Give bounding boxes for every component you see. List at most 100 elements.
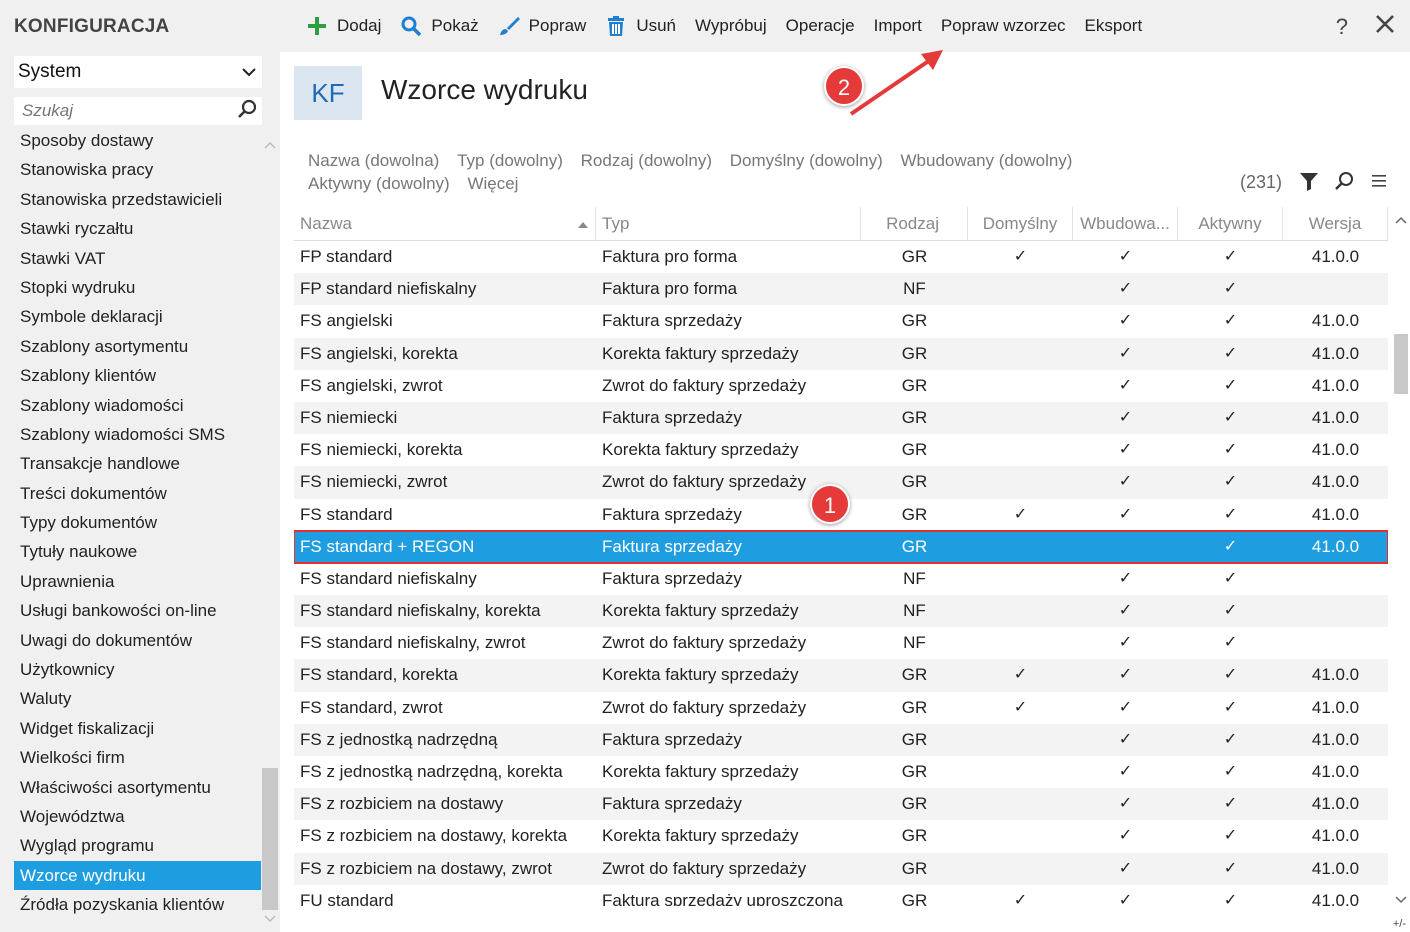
add-button[interactable]: Dodaj [306,0,381,52]
column-header-name[interactable]: Nazwa [294,207,596,240]
menu-icon[interactable] [1368,170,1390,192]
table-row[interactable]: FS angielski, zwrot Zwrot do faktury sprz… [294,370,1388,402]
scroll-down-icon[interactable] [1392,893,1410,907]
table-row[interactable]: FS z jednostką nadrzędną Faktura sprzedaż… [294,723,1388,756]
cell-wb: ✓ [1118,441,1133,459]
search-input[interactable] [22,101,222,121]
cell-typ: Faktura pro forma [602,279,738,299]
column-header-version[interactable]: Wersja [1283,207,1388,240]
show-button[interactable]: Pokaż [400,0,479,52]
sidebar-item[interactable]: Źródła pozyskania klientów [14,890,261,919]
cell-typ: Zwrot do faktury sprzedaży [602,633,807,653]
sidebar-item[interactable]: Waluty [14,684,261,713]
table-row[interactable]: FU standard Faktura sprzedaży uproszczona… [294,885,1388,906]
edit-template-button[interactable]: Popraw wzorzec [941,0,1066,52]
sidebar-item[interactable]: Transakcje handlowe [14,449,261,478]
table-scrollbar[interactable] [1392,207,1410,913]
sidebar-item[interactable]: Stawki ryczałtu [14,214,261,243]
cell-rodzaj: GR [901,375,928,395]
table-row[interactable]: FS standard, zwrot Zwrot do faktury sprze… [294,692,1388,724]
table-row[interactable]: FS niemiecki Faktura sprzedaży GR ✓ ✓ 41.0.0 [294,401,1388,435]
table-row[interactable]: FS standard niefiskalny, korekta Korekta … [294,595,1388,628]
edit-button[interactable]: Popraw [498,0,586,52]
table-scrollbar-thumb[interactable] [1394,334,1408,394]
table-row[interactable]: FP standard niefiskalny Faktura pro forma… [294,273,1388,306]
table-row[interactable]: FS standard, korekta Korekta faktury sprz… [294,659,1388,692]
table-row[interactable]: FS niemiecki, korekta Korekta faktury spr… [294,434,1388,466]
help-button[interactable]: ? [1336,14,1348,40]
filter-more[interactable]: Więcej [467,172,518,195]
sidebar-item[interactable]: Właściwości asortymentu [14,773,261,802]
filter-active[interactable]: Aktywny (dowolny) [308,172,450,195]
module-select[interactable]: System [14,56,262,88]
sidebar-item[interactable]: Uwagi do dokumentów [14,626,261,655]
sidebar-item[interactable]: Użytkownicy [14,655,261,684]
filter-type[interactable]: Typ (dowolny) [457,149,563,172]
cell-wb: ✓ [1118,473,1133,491]
scroll-up-icon[interactable] [1392,213,1410,227]
table-row[interactable]: FS standard niefiskalny Faktura sprzedaży… [294,563,1388,595]
sidebar-item[interactable]: Województwa [14,802,261,831]
cell-rodzaj: GR [901,697,928,717]
search-icon[interactable] [1333,170,1355,192]
filter-default[interactable]: Domyślny (dowolny) [730,149,883,172]
sidebar-scrollbar-thumb[interactable] [262,768,278,910]
table-row[interactable]: FS z rozbiciem na dostawy Faktura sprzeda… [294,788,1388,821]
scroll-up-icon[interactable] [262,138,278,154]
column-header-builtin[interactable]: Wbudowa... [1073,207,1178,240]
sidebar-item[interactable]: Usługi bankowości on-line [14,596,261,625]
table-row[interactable]: FS z rozbiciem na dostawy, korekta Korekt… [294,820,1388,852]
magnifier-icon [400,15,422,37]
column-header-kind[interactable]: Rodzaj [861,207,968,240]
filter-kind[interactable]: Rodzaj (dowolny) [581,149,712,172]
cell-name: FS niemiecki [300,407,398,427]
export-button[interactable]: Eksport [1085,0,1143,52]
sidebar-search[interactable] [14,97,262,125]
sidebar-item[interactable]: Widget fiskalizacji [14,714,261,743]
sidebar-item[interactable]: Wygląd programu [14,831,261,860]
column-header-type[interactable]: Typ [596,207,861,240]
column-header-active[interactable]: Aktywny [1178,207,1283,240]
sidebar-item[interactable]: Szablony wiadomości SMS [14,420,261,449]
page-title: Wzorce wydruku [381,74,588,105]
sidebar-item[interactable]: Symbole deklaracji [14,302,261,331]
table-row[interactable]: FS standard niefiskalny, zwrot Zwrot do f… [294,627,1388,659]
expand-toggle[interactable]: +/- [1393,918,1406,930]
close-button[interactable] [1374,10,1396,42]
cell-typ: Faktura sprzedaży [602,407,742,427]
sidebar-item[interactable]: Stanowiska przedstawicieli [14,185,261,214]
try-button[interactable]: Wypróbuj [695,0,767,52]
cell-akt: ✓ [1223,859,1238,877]
delete-button[interactable]: Usuń [605,0,676,52]
sidebar-item[interactable]: Treści dokumentów [14,479,261,508]
sidebar-item[interactable]: Szablony wiadomości [14,391,261,420]
search-icon[interactable] [236,98,258,125]
sidebar-item[interactable]: Stawki VAT [14,244,261,273]
table-row[interactable]: FS z jednostką nadrzędną, korekta Korekta… [294,756,1388,788]
filter-builtin[interactable]: Wbudowany (dowolny) [901,149,1073,172]
sidebar-item[interactable]: Wielkości firm [14,743,261,772]
table-row[interactable]: FS z rozbiciem na dostawy, zwrot Zwrot do… [294,852,1388,885]
cell-dom: ✓ [1013,698,1028,716]
sidebar-item[interactable]: Wzorce wydruku [14,860,261,891]
sidebar-item[interactable]: Stanowiska pracy [14,155,261,184]
column-header-default[interactable]: Domyślny [968,207,1073,240]
cell-dom: ✓ [1013,505,1028,523]
sidebar-item[interactable]: Tytuły naukowe [14,537,261,566]
scroll-down-icon[interactable] [262,912,278,928]
table-row[interactable]: FS angielski Faktura sprzedaży GR ✓ ✓ 41.0.0 [294,305,1388,337]
cell-ver: 41.0.0 [1311,890,1360,906]
table-row[interactable]: FP standard Faktura pro forma GR ✓ ✓ ✓ 41.0.0 [294,241,1388,273]
sidebar-item[interactable]: Szablony klientów [14,361,261,390]
filter-icon[interactable] [1298,170,1320,192]
sidebar-item[interactable]: Sposoby dostawy [14,126,261,155]
sidebar-item[interactable]: Szablony asortymentu [14,332,261,361]
table-row[interactable]: FS angielski, korekta Korekta faktury spr… [294,337,1388,370]
sidebar-item[interactable]: Typy dokumentów [14,508,261,537]
sidebar-item[interactable]: Uprawnienia [14,567,261,596]
cell-rodzaj: GR [901,794,928,814]
sidebar-item[interactable]: Stopki wydruku [14,273,261,302]
templates-table: Nazwa Typ Rodzaj Domyślny Wbudowa... Akt… [294,207,1388,906]
table-row[interactable]: FS standard + REGON Faktura sprzedaży GR ✓ 4… [294,529,1388,564]
filter-name[interactable]: Nazwa (dowolna) [308,149,439,172]
